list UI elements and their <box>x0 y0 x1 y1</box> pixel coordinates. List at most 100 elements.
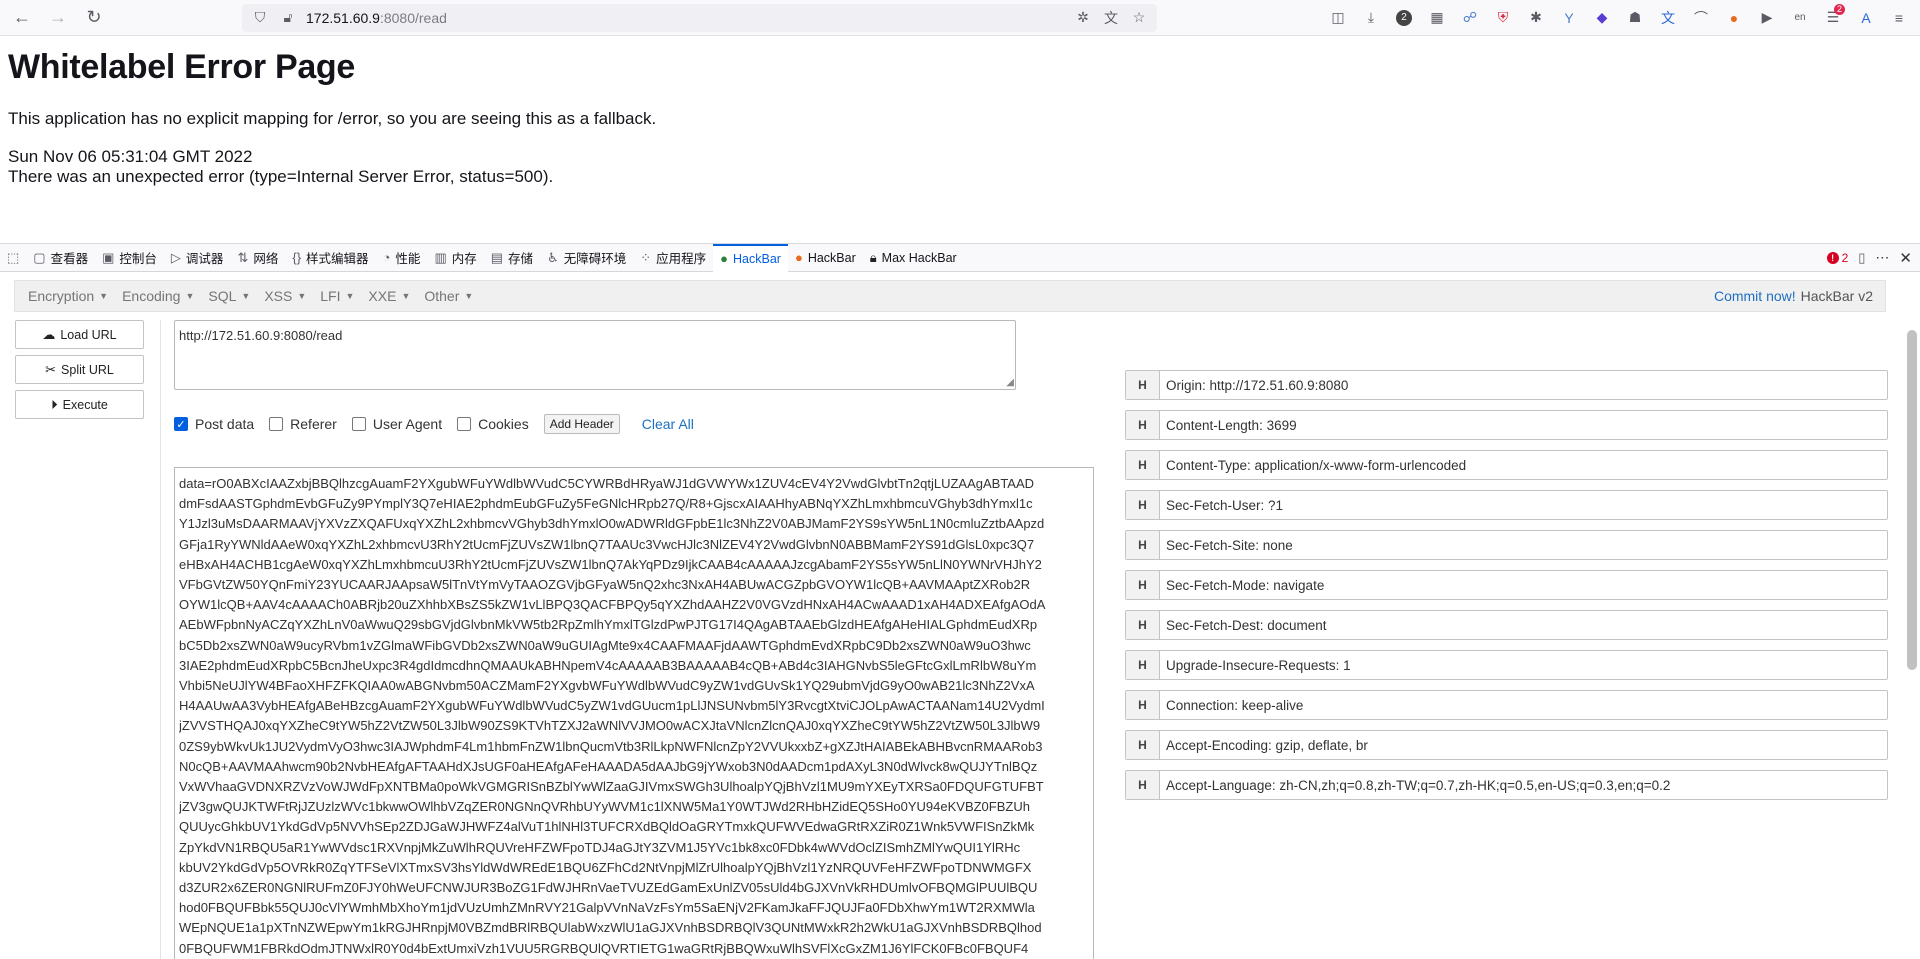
forward-button[interactable]: → <box>42 4 74 32</box>
header-value-input[interactable]: Sec-Fetch-User: ?1 <box>1160 491 1283 519</box>
header-value-input[interactable]: Sec-Fetch-Dest: document <box>1160 611 1327 639</box>
header-value-input[interactable]: Sec-Fetch-Site: none <box>1160 531 1293 559</box>
menu-xss[interactable]: XSS ▼ <box>257 288 313 304</box>
post-data-checkbox[interactable]: ✓ Post data <box>174 416 254 432</box>
play-extension-icon[interactable]: ▶ <box>1752 4 1782 32</box>
orange-extension-icon[interactable]: ● <box>1719 4 1749 32</box>
split-url-button[interactable]: ✂ Split URL <box>15 355 144 384</box>
ghost-extension-icon[interactable]: ☗ <box>1620 4 1650 32</box>
counter-extension-icon[interactable]: 2 <box>1389 4 1419 32</box>
post-data-line: data=rO0ABXcIAAZxbjBBQlhzcgAuamF2YXgubWF… <box>179 476 1035 491</box>
header-value-input[interactable]: Accept-Language: zh-CN,zh;q=0.8,zh-TW;q=… <box>1160 771 1670 799</box>
commit-now-link[interactable]: Commit now! <box>1714 288 1796 304</box>
notification-extension-icon[interactable]: ☰ 2 <box>1818 3 1848 32</box>
clear-all-button[interactable]: Clear All <box>642 416 694 432</box>
header-value-input[interactable]: Content-Type: application/x-www-form-url… <box>1160 451 1466 479</box>
translate-extension-icon[interactable]: 文 <box>1653 4 1683 32</box>
download-icon[interactable]: ⤓ <box>1356 4 1386 32</box>
header-toggle-button[interactable]: H <box>1126 491 1160 519</box>
menu-lfi[interactable]: LFI ▼ <box>313 288 361 304</box>
menu-encryption[interactable]: Encryption ▼ <box>21 288 115 304</box>
qr-code-icon[interactable]: ▦ <box>1422 4 1452 32</box>
tab-accessibility[interactable]: ♿︎ 无障碍环境 <box>540 244 633 272</box>
tab-application[interactable]: ⁘ 应用程序 <box>633 244 713 272</box>
insecure-lock-icon[interactable]: 🔓︎ <box>278 8 298 28</box>
header-toggle-button[interactable]: H <box>1126 651 1160 679</box>
menu-sql[interactable]: SQL ▼ <box>201 288 257 304</box>
dock-icon[interactable]: ▯ <box>1858 250 1865 266</box>
resize-grip-icon[interactable]: ◢ <box>1006 378 1014 388</box>
hat-extension-icon[interactable]: ⌒ <box>1686 4 1716 32</box>
user-agent-checkbox[interactable]: User Agent <box>351 416 442 432</box>
header-value-input[interactable]: Accept-Encoding: gzip, deflate, br <box>1160 731 1368 759</box>
panel-scrollbar[interactable] <box>1907 330 1917 670</box>
back-button[interactable]: ← <box>6 4 38 32</box>
tab-inspector[interactable]: ▢ 查看器 <box>26 244 95 272</box>
cloud-download-icon: ☁ <box>42 326 56 342</box>
translate-icon[interactable]: 文 <box>1101 8 1121 28</box>
tab-hackbar-2[interactable]: ● HackBar <box>788 244 863 272</box>
shield-icon[interactable]: ⛉ <box>250 8 270 28</box>
header-toggle-button[interactable]: H <box>1126 411 1160 439</box>
tab-style-editor[interactable]: {} 样式编辑器 <box>285 244 375 272</box>
header-row: H Sec-Fetch-User: ?1 <box>1125 490 1888 520</box>
menu-icon[interactable]: ≡ <box>1884 4 1914 32</box>
pocket-icon[interactable]: ◫ <box>1323 4 1353 32</box>
header-toggle-button[interactable]: H <box>1126 691 1160 719</box>
header-toggle-button[interactable]: H <box>1126 531 1160 559</box>
url-text[interactable]: 172.51.60.9:8080/read <box>306 10 1065 26</box>
tab-max-hackbar[interactable]: 🔒︎ Max HackBar <box>863 244 964 272</box>
header-toggle-button[interactable]: H <box>1126 611 1160 639</box>
close-devtools-icon[interactable]: ✕ <box>1899 249 1912 267</box>
language-extension-icon[interactable]: A <box>1851 4 1881 32</box>
tab-hackbar[interactable]: ● HackBar <box>713 243 788 272</box>
shield-extension-icon[interactable]: ⛨ <box>1488 4 1518 32</box>
header-toggle-button[interactable]: H <box>1126 451 1160 479</box>
tab-debugger[interactable]: ▷ 调试器 <box>164 244 231 272</box>
cookies-checkbox[interactable]: Cookies <box>457 416 529 432</box>
address-bar[interactable]: ⛉ 🔓︎ 172.51.60.9:8080/read ✲ 文 ☆ <box>242 3 1157 32</box>
header-toggle-button[interactable]: H <box>1126 731 1160 759</box>
bug-icon[interactable]: ✱ <box>1521 4 1551 32</box>
extension-icon[interactable]: ☍ <box>1455 4 1485 32</box>
inspector-icon: ▢ <box>33 249 46 265</box>
header-value-input[interactable]: Sec-Fetch-Mode: navigate <box>1160 571 1324 599</box>
post-data-line: WEpNQUE1a1pXTnNZWEpwYm1kRGJHRnpjM0VBZmdB… <box>179 920 1042 936</box>
element-picker-button[interactable]: ⬚ <box>0 244 26 272</box>
hackbar-version: HackBar v2 <box>1800 288 1873 304</box>
tab-network[interactable]: ⇅ 网络 <box>230 244 285 272</box>
tab-console[interactable]: ▣ 控制台 <box>95 244 164 272</box>
more-options-icon[interactable]: ⋯ <box>1875 249 1889 266</box>
header-value-input[interactable]: Upgrade-Insecure-Requests: 1 <box>1160 651 1351 679</box>
header-toggle-button[interactable]: H <box>1126 571 1160 599</box>
tab-storage[interactable]: ▤ 存储 <box>484 244 540 272</box>
network-icon: ⇅ <box>237 249 249 265</box>
referer-checkbox[interactable]: Referer <box>269 416 337 432</box>
tracking-icon[interactable]: ✲ <box>1073 8 1093 28</box>
header-value-input[interactable]: Connection: keep-alive <box>1160 691 1303 719</box>
dictionary-extension-icon[interactable]: en <box>1785 4 1815 32</box>
header-value-input[interactable]: Origin: http://172.51.60.9:8080 <box>1160 371 1348 399</box>
bookmark-star-icon[interactable]: ☆ <box>1129 8 1149 28</box>
reload-button[interactable]: ↻ <box>78 4 110 32</box>
menu-xxe[interactable]: XXE ▼ <box>361 288 417 304</box>
header-toggle-button[interactable]: H <box>1126 371 1160 399</box>
arrow-right-icon: → <box>49 7 67 27</box>
execute-button[interactable]: ⏵ Execute <box>15 390 144 419</box>
add-header-button[interactable]: Add Header <box>543 414 620 434</box>
error-counter[interactable]: ! 2 <box>1826 251 1848 265</box>
header-toggle-button[interactable]: H <box>1126 771 1160 799</box>
url-textarea[interactable]: http://172.51.60.9:8080/read ◢ <box>174 320 1016 390</box>
tab-memory[interactable]: ▥ 内存 <box>427 244 483 272</box>
post-data-textarea[interactable]: data=rO0ABXcIAAZxbjBBQlhzcgAuamF2YXgubWF… <box>174 467 1094 959</box>
wappalyzer-icon[interactable]: Y <box>1554 4 1584 32</box>
error-date: Sun Nov 06 05:31:04 GMT 2022 <box>8 147 253 166</box>
diamond-extension-icon[interactable]: ◆ <box>1587 4 1617 32</box>
load-url-button[interactable]: ☁ Load URL <box>15 320 144 349</box>
header-value-input[interactable]: Content-Length: 3699 <box>1160 411 1297 439</box>
checkmark-icon: ✓ <box>174 417 188 431</box>
tab-performance[interactable]: ◔ 性能 <box>376 244 428 272</box>
menu-other[interactable]: Other ▼ <box>417 288 480 304</box>
caret-down-icon: ▼ <box>464 291 474 301</box>
menu-encoding[interactable]: Encoding ▼ <box>115 288 201 304</box>
